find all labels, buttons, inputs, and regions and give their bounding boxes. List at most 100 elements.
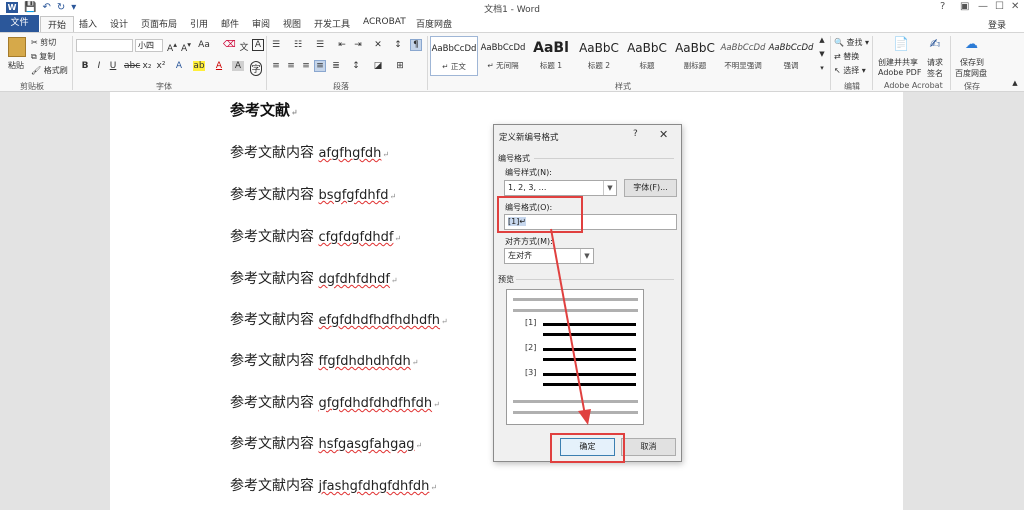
reference-entry[interactable]: 参考文献内容 gfgfdhdfdhdfhfdh↵ (230, 392, 440, 412)
decrease-indent-icon[interactable]: ⇤ (336, 40, 348, 50)
tab-view[interactable]: 视图 (283, 17, 301, 30)
bold-button[interactable]: B (79, 61, 91, 71)
request-signature-line2[interactable]: 签名 (927, 68, 943, 79)
align-center-icon[interactable]: ≡ (285, 61, 297, 71)
paste-icon[interactable] (8, 37, 26, 57)
shrink-font-icon[interactable]: A▾ (180, 40, 192, 54)
maximize-icon[interactable]: ☐ (995, 1, 1004, 12)
multilevel-list-icon[interactable]: ☰ (314, 40, 326, 50)
format-painter-button[interactable]: 🖌 格式刷 (31, 65, 68, 76)
style-no-spacing[interactable]: AaBbCcDd ↵ 无间隔 (479, 36, 527, 76)
highlight-color-icon[interactable]: ab (193, 61, 205, 71)
chinese-layout-icon[interactable]: ✕ (372, 40, 384, 50)
login-link[interactable]: 登录 (988, 18, 1006, 31)
style-normal[interactable]: AaBbCcDd ↵ 正文 (430, 36, 478, 76)
dialog-close-icon[interactable]: ✕ (659, 128, 668, 141)
tab-page-layout[interactable]: 页面布局 (141, 17, 177, 30)
subscript-button[interactable]: x₂ (141, 61, 153, 71)
styles-scroll-up-icon[interactable]: ▲ (816, 36, 828, 44)
phonetic-guide-icon[interactable]: 文 (238, 40, 250, 53)
font-color-icon[interactable]: A (213, 61, 225, 71)
show-marks-icon[interactable]: ¶ (410, 39, 422, 51)
cloud-save-icon: ☁ (965, 37, 978, 52)
paragraph-mark: ↵ (430, 483, 438, 492)
font-button[interactable]: 字体(F)... (624, 179, 677, 197)
help-icon[interactable]: ? (940, 1, 945, 12)
style-heading-2[interactable]: AaBbC 标题 2 (575, 36, 623, 76)
collapse-ribbon-icon[interactable]: ▲ (1009, 79, 1021, 87)
justify-icon[interactable]: ≡ (314, 60, 326, 72)
style-title[interactable]: AaBbC 标题 (623, 36, 671, 76)
styles-more-icon[interactable]: ▾ (816, 64, 828, 72)
tab-baidu-netdisk[interactable]: 百度网盘 (416, 17, 452, 30)
align-right-icon[interactable]: ≡ (300, 61, 312, 71)
find-button[interactable]: 🔍 查找 ▾ (834, 37, 869, 48)
tab-home[interactable]: 开始 (40, 16, 75, 32)
ribbon-display-icon[interactable]: ▣ (960, 1, 969, 12)
numbering-icon[interactable]: ☷ (292, 40, 304, 50)
select-button[interactable]: ↖ 选择 ▾ (834, 65, 866, 76)
tab-file[interactable]: 文件 (0, 15, 39, 32)
bullets-icon[interactable]: ☰ (270, 40, 282, 50)
close-window-icon[interactable]: ✕ (1011, 1, 1019, 12)
tab-developer[interactable]: 开发工具 (314, 17, 350, 30)
tab-review[interactable]: 审阅 (252, 17, 270, 30)
italic-button[interactable]: I (93, 61, 105, 71)
strikethrough-button[interactable]: abc (124, 61, 140, 71)
request-signature-line1[interactable]: 请求 (927, 57, 943, 68)
reference-entry[interactable]: 参考文献内容 afgfhgfdh↵ (230, 142, 389, 162)
align-left-icon[interactable]: ≡ (270, 61, 282, 71)
dialog-help-icon[interactable]: ? (633, 129, 638, 139)
paragraph-mark: ↵ (382, 150, 390, 159)
font-name-select[interactable] (76, 39, 133, 52)
clear-format-icon[interactable]: ⌫ (223, 40, 236, 50)
grow-font-icon[interactable]: A▴ (166, 40, 178, 54)
style-subtitle[interactable]: AaBbC 副标题 (671, 36, 719, 76)
create-share-pdf-line2[interactable]: Adobe PDF (878, 68, 921, 77)
reference-entry[interactable]: 参考文献内容 dgfdhfdhdf↵ (230, 268, 398, 288)
char-shading-icon[interactable]: A (232, 61, 244, 71)
line-spacing-icon[interactable]: ↕ (350, 61, 362, 71)
enclose-char-icon[interactable]: 字 (250, 61, 262, 76)
reference-entry[interactable]: 参考文献内容 efgfdhdfhdfhdhdfh↵ (230, 309, 448, 329)
tab-acrobat[interactable]: ACROBAT (363, 17, 406, 27)
sort-icon[interactable]: ↕ (392, 40, 404, 50)
style-heading-1[interactable]: AaBl 标题 1 (527, 36, 575, 76)
reference-entry[interactable]: 参考文献内容 cfgfdgfdhdf↵ (230, 226, 401, 246)
char-border-icon[interactable]: A (252, 39, 264, 51)
number-style-select[interactable]: 1, 2, 3, … ▼ (504, 180, 617, 196)
save-to-netdisk-line2[interactable]: 百度网盘 (955, 68, 987, 79)
group-separator (72, 36, 73, 90)
style-emphasis[interactable]: AaBbCcDd 强调 (767, 36, 815, 76)
underline-button[interactable]: U (107, 61, 119, 71)
document-heading[interactable]: 参考文献↵ (230, 99, 298, 120)
style-subtle-emphasis[interactable]: AaBbCcDd 不明显强调 (719, 36, 767, 76)
ref-prefix: 参考文献内容 (230, 312, 319, 328)
create-share-pdf-line1[interactable]: 创建并共享 (878, 57, 918, 68)
replace-button[interactable]: ⇄ 替换 (834, 51, 859, 62)
save-to-netdisk-line1[interactable]: 保存到 (960, 57, 984, 68)
tab-mailings[interactable]: 邮件 (221, 17, 239, 30)
increase-indent-icon[interactable]: ⇥ (352, 40, 364, 50)
tab-design[interactable]: 设计 (110, 17, 128, 30)
change-case-icon[interactable]: Aa (198, 40, 210, 50)
tab-insert[interactable]: 插入 (79, 17, 97, 30)
group-separator (266, 36, 267, 90)
superscript-button[interactable]: x² (155, 61, 167, 71)
tab-references[interactable]: 引用 (190, 17, 208, 30)
font-size-select[interactable]: 小四 (135, 39, 163, 52)
copy-button[interactable]: ⧉ 复制 (31, 51, 55, 62)
text-effects-icon[interactable]: A (173, 61, 185, 71)
reference-entry[interactable]: 参考文献内容 ffgfdhdhdhfdh↵ (230, 350, 418, 370)
styles-scroll-down-icon[interactable]: ▼ (816, 50, 828, 58)
shading-icon[interactable]: ◪ (372, 61, 384, 71)
cancel-button[interactable]: 取消 (621, 438, 676, 456)
borders-icon[interactable]: ⊞ (394, 61, 406, 71)
reference-entry[interactable]: 参考文献内容 jfashgfdhgfdhfdh↵ (230, 475, 437, 495)
cut-button[interactable]: ✂ 剪切 (31, 37, 56, 48)
reference-entry[interactable]: 参考文献内容 hsfgasgfahgag↵ (230, 433, 422, 453)
distributed-icon[interactable]: ≣ (330, 61, 342, 71)
paste-button[interactable]: 粘贴 (8, 60, 24, 71)
minimize-icon[interactable]: — (978, 1, 988, 12)
reference-entry[interactable]: 参考文献内容 bsgfgfdhfd↵ (230, 184, 396, 204)
